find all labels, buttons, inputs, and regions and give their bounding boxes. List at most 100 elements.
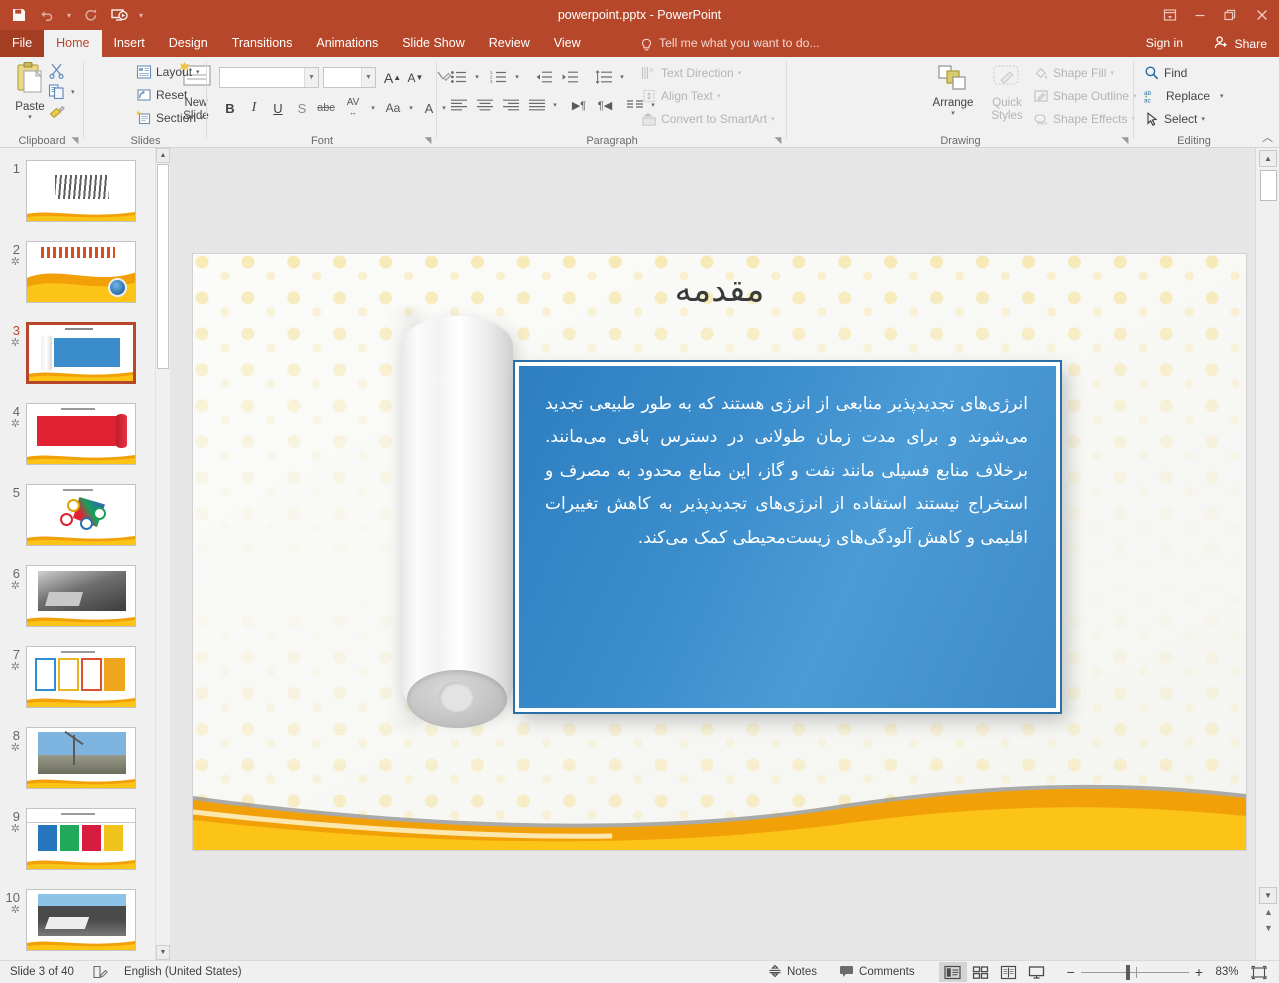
decrease-font-size-button[interactable]: A ▼ <box>405 67 426 88</box>
text-direction-button[interactable]: A Text Direction ▾ <box>641 65 741 81</box>
shape-fill-dropdown-icon[interactable]: ▾ <box>1110 69 1114 77</box>
tab-review[interactable]: Review <box>477 30 542 57</box>
thumbnail-item-8[interactable]: 8 ✲ <box>0 727 155 789</box>
replace-dropdown-icon[interactable]: ▾ <box>1220 92 1224 100</box>
rtl-text-direction-button[interactable]: ¶◀ <box>593 95 617 115</box>
collapse-ribbon-button[interactable]: ︿ <box>1262 129 1273 145</box>
justify-dropdown-icon[interactable]: ▾ <box>549 95 561 115</box>
scrollbar-thumb[interactable] <box>1260 170 1277 201</box>
thumbnail-item-5[interactable]: 5 <box>0 484 155 546</box>
font-dialog-launcher[interactable]: ◥ <box>422 134 434 146</box>
thumbnail-item-1[interactable]: 1 <box>0 160 155 222</box>
shape-effects-button[interactable]: Shape Effects ▾ <box>1033 111 1135 127</box>
tab-transitions[interactable]: Transitions <box>220 30 305 57</box>
tab-view[interactable]: View <box>542 30 593 57</box>
thumbnail-item-4[interactable]: 4 ✲ <box>0 403 155 465</box>
align-text-dropdown-icon[interactable]: ▾ <box>717 92 721 100</box>
slide-editing-area[interactable]: مقدمه انرژی‌های تجدیدپذیر منابعی از انرژ… <box>170 148 1255 960</box>
clipboard-dialog-launcher[interactable]: ◥ <box>69 134 81 146</box>
tab-file[interactable]: File <box>0 30 45 57</box>
zoom-in-button[interactable]: + <box>1189 964 1209 980</box>
underline-button[interactable]: U <box>267 97 289 119</box>
drawing-dialog-launcher[interactable]: ◥ <box>1119 134 1131 146</box>
text-shadow-button[interactable]: S <box>291 97 313 119</box>
replace-button[interactable]: ab ac Replace ▾ <box>1144 88 1224 104</box>
thumbnail-item-7[interactable]: 7 ✲ <box>0 646 155 708</box>
format-painter-button[interactable] <box>48 104 65 121</box>
comments-button[interactable]: Comments <box>839 964 915 981</box>
change-case-dropdown-icon[interactable]: ▾ <box>405 97 417 119</box>
slide-show-button[interactable] <box>1023 962 1051 982</box>
zoom-out-button[interactable]: − <box>1061 964 1081 980</box>
strikethrough-button[interactable]: abc <box>313 97 339 119</box>
thumbnail-preview[interactable] <box>26 808 136 870</box>
slide-sorter-view-button[interactable] <box>967 962 995 982</box>
thumbnail-item-6[interactable]: 6 ✲ <box>0 565 155 627</box>
quick-styles-button[interactable]: Quick Styles <box>983 63 1031 123</box>
cut-button[interactable] <box>48 62 65 79</box>
thumbnail-preview[interactable] <box>26 403 136 465</box>
font-size-dropdown-icon[interactable]: ▼ <box>361 68 375 87</box>
layout-button[interactable]: Layout ▾ <box>136 64 200 80</box>
thumbnail-scroll-up-button[interactable]: ▲ <box>156 148 170 163</box>
character-spacing-button[interactable]: AV ↔ <box>340 95 366 119</box>
thumbnail-preview[interactable] <box>26 565 136 627</box>
arrange-button[interactable]: Arrange ▾ <box>929 63 977 117</box>
find-button[interactable]: Find <box>1144 65 1187 81</box>
thumbnail-pane-scrollbar[interactable]: ▲ ▼ <box>155 148 170 960</box>
slide-counter[interactable]: Slide 3 of 40 <box>10 966 74 978</box>
close-icon[interactable] <box>1245 0 1279 30</box>
ltr-text-direction-button[interactable]: ▶¶ <box>567 95 591 115</box>
thumbnail-scroll-down-button[interactable]: ▼ <box>156 945 170 960</box>
character-spacing-dropdown-icon[interactable]: ▾ <box>367 97 379 119</box>
thumbnail-preview[interactable] <box>26 646 136 708</box>
numbering-dropdown-icon[interactable]: ▾ <box>511 67 523 87</box>
font-name-input[interactable]: ▼ <box>219 67 319 88</box>
font-size-input[interactable]: ▼ <box>323 67 376 88</box>
justify-button[interactable] <box>525 95 549 115</box>
arrange-dropdown-icon[interactable]: ▾ <box>951 109 955 117</box>
tab-design[interactable]: Design <box>157 30 220 57</box>
align-left-button[interactable] <box>447 95 471 115</box>
zoom-slider-handle[interactable] <box>1125 965 1130 980</box>
thumbnail-item-10[interactable]: 10 ✲ <box>0 889 155 951</box>
decrease-indent-button[interactable] <box>532 67 556 87</box>
section-dropdown-icon[interactable]: ▾ <box>200 114 204 122</box>
text-direction-dropdown-icon[interactable]: ▾ <box>738 69 742 77</box>
ribbon-display-options-icon[interactable] <box>1155 0 1185 30</box>
reading-view-button[interactable] <box>995 962 1023 982</box>
paste-button[interactable]: Paste ▾ <box>8 61 52 121</box>
align-right-button[interactable] <box>499 95 523 115</box>
font-size-field[interactable] <box>324 68 361 87</box>
previous-slide-button[interactable]: ▲ <box>1262 907 1275 920</box>
tell-me-search[interactable]: Tell me what you want to do... <box>640 30 820 57</box>
tab-animations[interactable]: Animations <box>304 30 390 57</box>
share-button[interactable]: Share <box>1206 30 1275 57</box>
thumbnail-item-2[interactable]: 2 ✲ <box>0 241 155 303</box>
convert-to-smartart-button[interactable]: Convert to SmartArt ▾ <box>641 111 775 127</box>
select-dropdown-icon[interactable]: ▾ <box>1201 115 1205 123</box>
bullets-dropdown-icon[interactable]: ▾ <box>471 67 483 87</box>
tab-home[interactable]: Home <box>44 30 102 57</box>
select-button[interactable]: Select ▾ <box>1144 111 1205 127</box>
shape-fill-button[interactable]: Shape Fill ▾ <box>1033 65 1114 81</box>
sign-in-button[interactable]: Sign in <box>1146 30 1183 57</box>
language-indicator[interactable]: English (United States) <box>124 966 242 978</box>
numbering-button[interactable]: 123 <box>487 67 511 87</box>
align-center-button[interactable] <box>473 95 497 115</box>
thumbnail-preview[interactable] <box>26 241 136 303</box>
change-case-button[interactable]: Aa <box>381 97 405 119</box>
smartart-dropdown-icon[interactable]: ▾ <box>771 115 775 123</box>
slide-area-scrollbar[interactable]: ▲ ▼ ▲ ▼ <box>1255 148 1279 960</box>
copy-button[interactable]: ▾ <box>48 83 75 100</box>
slide-title[interactable]: مقدمه <box>193 270 1246 310</box>
increase-indent-button[interactable] <box>558 67 582 87</box>
italic-button[interactable]: I <box>243 97 265 119</box>
scroll-up-button[interactable]: ▲ <box>1259 150 1277 167</box>
notes-button[interactable]: Notes <box>768 964 817 981</box>
thumbnail-item-3[interactable]: 3 ✲ <box>0 322 155 384</box>
bullets-button[interactable] <box>447 67 471 87</box>
blue-content-panel[interactable]: انرژی‌های تجدیدپذیر منابعی از انرژی هستن… <box>513 360 1062 714</box>
thumbnail-preview-selected[interactable] <box>26 322 136 384</box>
line-spacing-button[interactable] <box>592 67 616 87</box>
